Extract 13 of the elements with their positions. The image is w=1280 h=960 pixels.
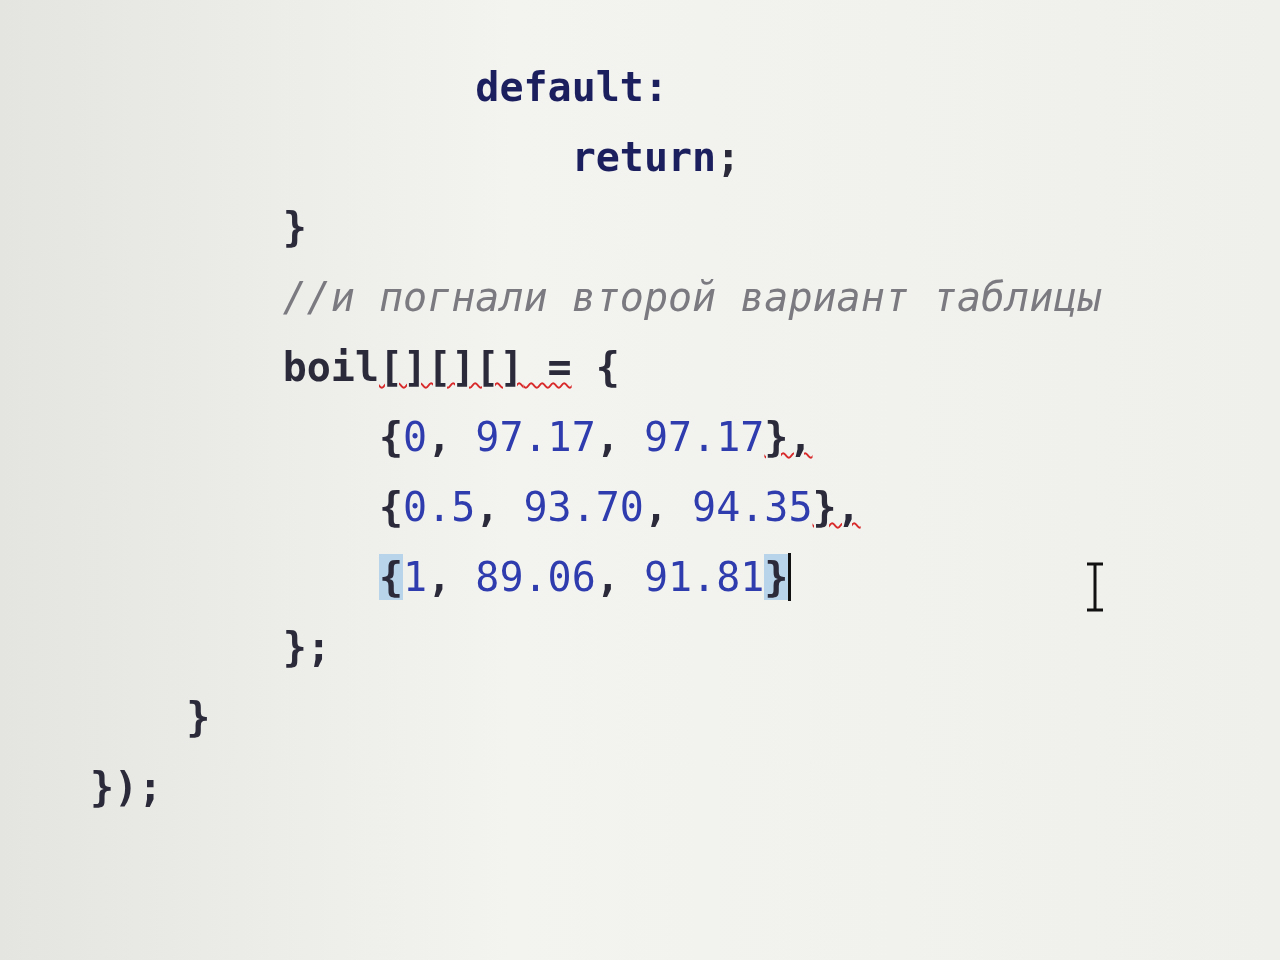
- code-line: }: [281, 203, 307, 252]
- code-editor[interactable]: default: return; } //и погнали второй вариант таблицы boil[][][] = { {0, 97.17, 97.17}, {0.5, 93.70, 94.35}, {1, 89.06, 91.81} }; } });: [0, 0, 1280, 960]
- code-line: return;: [570, 133, 741, 182]
- code-line: {1, 89.06, 91.81}: [377, 553, 789, 602]
- code-line: };: [281, 623, 331, 672]
- code-line: {0.5, 93.70, 94.35},: [378, 483, 861, 532]
- code-line: }: [185, 693, 211, 742]
- i-beam-cursor-icon: [1084, 562, 1106, 612]
- code-line: default:: [474, 63, 668, 112]
- code-line: boil[][][] = {: [281, 343, 620, 392]
- code-comment: //и погнали второй вариант таблицы: [281, 273, 1102, 322]
- code-line: });: [90, 763, 163, 812]
- code-line: {0, 97.17, 97.17},: [378, 413, 813, 462]
